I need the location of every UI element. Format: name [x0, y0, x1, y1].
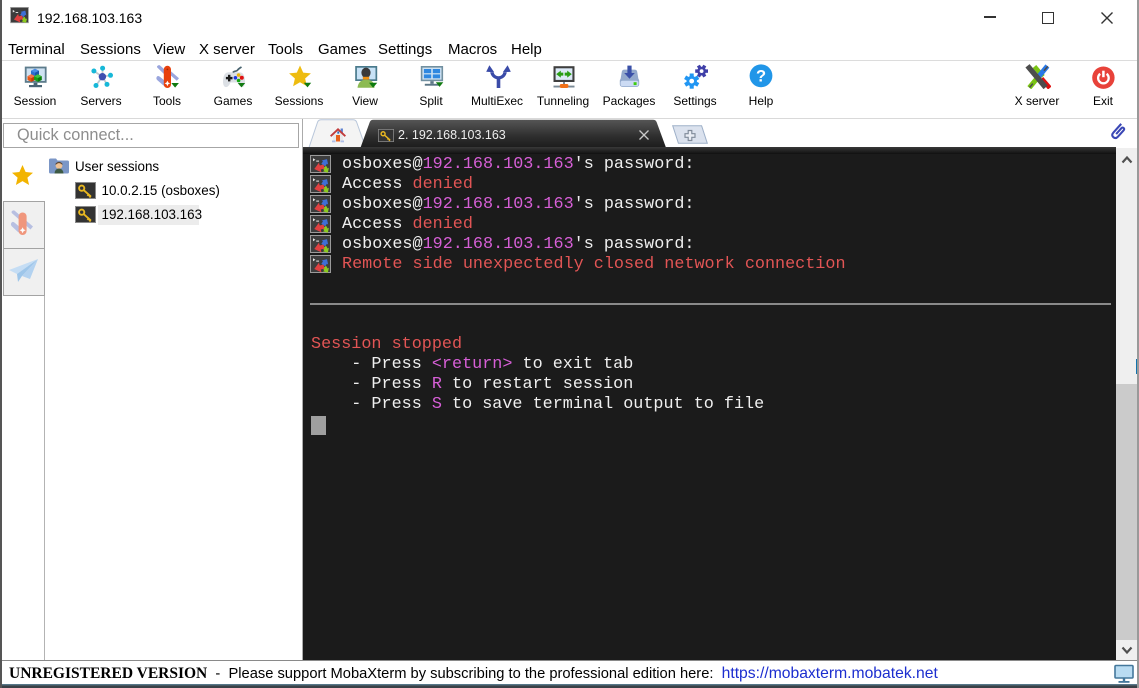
svg-text:?: ? [755, 67, 765, 85]
